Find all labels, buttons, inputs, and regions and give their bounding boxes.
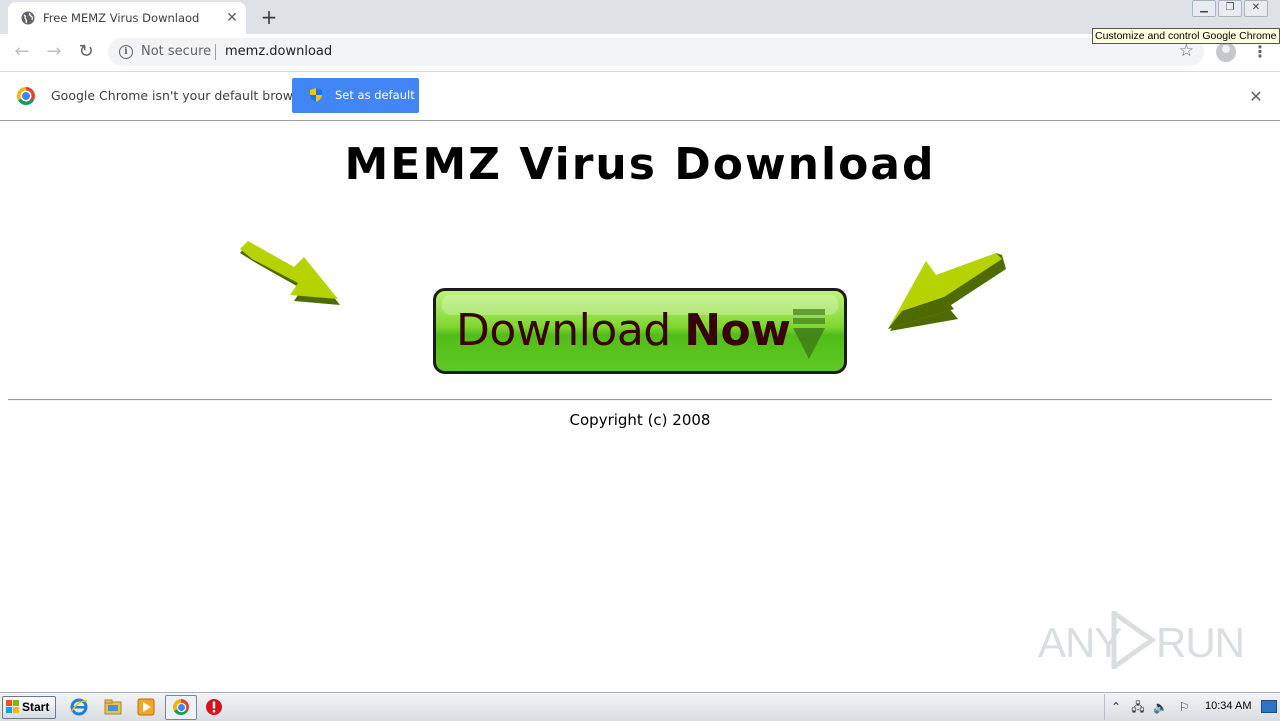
volume-icon[interactable]: 🔈 <box>1153 700 1168 714</box>
internet-explorer-icon[interactable] <box>70 698 88 716</box>
chrome-icon <box>173 699 189 715</box>
minimize-button[interactable]: ▁ <box>1192 0 1216 17</box>
reload-icon[interactable]: ↻ <box>74 40 98 64</box>
download-now-label: Download Now <box>456 305 791 356</box>
tab-strip: Free MEMZ Virus Downlaod ✕ + ▁ ❐ ✕ <box>0 0 1280 34</box>
page-content: MEMZ Virus Download Download Now Copyrig… <box>0 121 1280 691</box>
download-label-bold: Now <box>684 305 791 356</box>
show-desktop-icon[interactable] <box>1261 700 1277 713</box>
new-tab-button[interactable]: + <box>258 6 280 28</box>
play-icon <box>1111 611 1156 669</box>
url-text[interactable]: memz.download <box>225 44 332 59</box>
close-window-button[interactable]: ✕ <box>1244 0 1268 17</box>
chrome-taskbar-button[interactable] <box>165 695 197 720</box>
download-now-button[interactable]: Download Now <box>433 288 847 374</box>
horizontal-rule <box>8 399 1272 401</box>
restore-button[interactable]: ❐ <box>1218 0 1242 17</box>
uac-shield-icon <box>310 88 322 102</box>
tray-expand-icon[interactable]: ⌃ <box>1109 700 1123 714</box>
watermark-text-left: ANY <box>1038 619 1122 666</box>
page-title: MEMZ Virus Download <box>344 139 936 190</box>
download-label-regular: Download <box>456 305 685 356</box>
network-icon[interactable]: 🖧 <box>1131 700 1145 714</box>
back-arrow-icon[interactable]: ← <box>10 40 34 64</box>
media-player-icon[interactable] <box>137 698 155 716</box>
right-pointer-arrow-icon <box>888 253 1006 331</box>
infobar-close-icon[interactable]: ✕ <box>1248 87 1264 106</box>
forward-arrow-icon[interactable]: → <box>42 40 66 64</box>
file-explorer-icon[interactable] <box>104 698 122 716</box>
set-as-default-label: Set as default <box>335 88 415 102</box>
tab-title: Free MEMZ Virus Downlaod <box>43 11 200 25</box>
chrome-logo-icon <box>17 87 35 105</box>
bookmark-star-icon[interactable]: ☆ <box>1179 41 1194 61</box>
stop-icon[interactable] <box>205 698 223 716</box>
omnibox-separator <box>215 44 216 60</box>
profile-avatar-icon[interactable] <box>1216 42 1236 62</box>
action-center-flag-icon[interactable]: ⚐ <box>1177 700 1191 714</box>
left-pointer-arrow-icon <box>240 241 340 305</box>
infobar-message: Google Chrome isn't your default browser <box>51 88 313 103</box>
copyright-text: Copyright (c) 2008 <box>569 411 711 429</box>
anyrun-watermark: ANY RUN <box>1038 611 1245 671</box>
set-as-default-button[interactable]: Set as default <box>292 78 419 113</box>
browser-tab[interactable]: Free MEMZ Virus Downlaod ✕ <box>8 2 246 34</box>
address-bar[interactable]: i Not secure memz.download ☆ <box>108 38 1204 66</box>
tab-close-icon[interactable]: ✕ <box>224 10 240 26</box>
taskbar-clock[interactable]: 10:34 AM <box>1205 700 1251 712</box>
window-controls: ▁ ❐ ✕ <box>1192 0 1268 18</box>
security-label: Not secure <box>141 44 212 59</box>
default-browser-infobar: Google Chrome isn't your default browser… <box>0 72 1280 121</box>
download-arrow-icon <box>793 309 825 359</box>
chrome-menu-icon[interactable]: ⋮ <box>1252 42 1268 62</box>
system-tray: ⌃ 🖧 🔈 ⚐ 10:34 AM <box>1104 694 1280 720</box>
start-button[interactable]: Start <box>2 696 56 719</box>
watermark-text-right: RUN <box>1156 619 1245 666</box>
windows-taskbar: Start ⌃ 🖧 🔈 ⚐ 10:34 AM <box>0 692 1280 721</box>
menu-tooltip: Customize and control Google Chrome <box>1092 28 1280 44</box>
info-icon[interactable]: i <box>119 45 133 59</box>
globe-icon <box>21 11 35 25</box>
windows-flag-icon <box>6 700 19 713</box>
start-label: Start <box>22 700 50 714</box>
browser-toolbar: ← → ↻ i Not secure memz.download ☆ ⋮ <box>0 34 1280 72</box>
